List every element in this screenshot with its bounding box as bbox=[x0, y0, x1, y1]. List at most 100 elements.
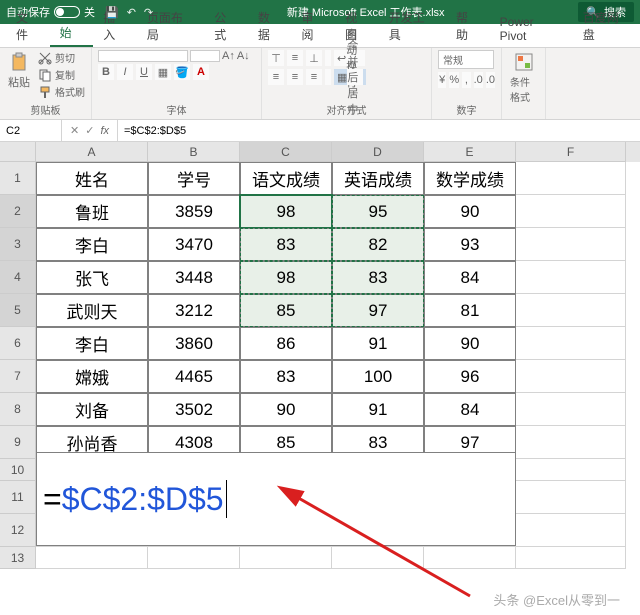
name-box[interactable]: C2 bbox=[0, 120, 62, 141]
cell[interactable]: 英语成绩 bbox=[332, 162, 424, 195]
cell[interactable] bbox=[516, 162, 626, 195]
cell[interactable] bbox=[516, 195, 626, 228]
cell[interactable]: 91 bbox=[332, 393, 424, 426]
font-size-select[interactable] bbox=[190, 50, 220, 62]
fx-icon[interactable]: fx bbox=[100, 125, 109, 137]
align-bottom-icon[interactable]: ⊥ bbox=[306, 50, 322, 66]
format-painter-button[interactable]: 格式刷 bbox=[38, 84, 85, 99]
cell[interactable] bbox=[516, 514, 626, 547]
cell[interactable]: 90 bbox=[424, 327, 516, 360]
row-header[interactable]: 2 bbox=[0, 195, 36, 228]
row-header[interactable]: 6 bbox=[0, 327, 36, 360]
cell[interactable]: 3212 bbox=[148, 294, 240, 327]
cell[interactable]: 李白 bbox=[36, 228, 148, 261]
cell[interactable]: 语文成绩 bbox=[240, 162, 332, 195]
cell[interactable]: 嫦娥 bbox=[36, 360, 148, 393]
cell[interactable] bbox=[516, 261, 626, 294]
tab-developer[interactable]: 开发工具 bbox=[379, 5, 446, 47]
cell[interactable]: 武则天 bbox=[36, 294, 148, 327]
copy-button[interactable]: 复制 bbox=[38, 67, 85, 82]
cell[interactable] bbox=[516, 360, 626, 393]
cell[interactable]: 100 bbox=[332, 360, 424, 393]
cell[interactable]: 86 bbox=[240, 327, 332, 360]
row-header[interactable]: 5 bbox=[0, 294, 36, 327]
col-header-a[interactable]: A bbox=[36, 142, 148, 162]
formula-input[interactable]: =$C$2:$D$5 bbox=[118, 120, 640, 141]
underline-button[interactable]: U bbox=[136, 64, 152, 80]
cell[interactable] bbox=[36, 547, 148, 569]
row-header[interactable]: 3 bbox=[0, 228, 36, 261]
font-family-select[interactable] bbox=[98, 50, 188, 62]
percent-icon[interactable]: % bbox=[449, 72, 459, 88]
redo-icon[interactable]: ↷ bbox=[144, 6, 153, 19]
cell[interactable]: 84 bbox=[424, 393, 516, 426]
align-top-icon[interactable]: ⊤ bbox=[268, 50, 284, 66]
save-icon[interactable]: 💾 bbox=[105, 6, 119, 19]
tab-formula[interactable]: 公式 bbox=[204, 5, 248, 47]
cell[interactable]: 3859 bbox=[148, 195, 240, 228]
cell[interactable]: 3860 bbox=[148, 327, 240, 360]
cell[interactable]: 93 bbox=[424, 228, 516, 261]
row-header[interactable]: 8 bbox=[0, 393, 36, 426]
tab-file[interactable]: 文件 bbox=[6, 5, 50, 47]
enter-formula-icon[interactable]: ✓ bbox=[85, 124, 94, 137]
select-all-corner[interactable] bbox=[0, 142, 36, 162]
cell[interactable]: 85 bbox=[240, 294, 332, 327]
cell[interactable] bbox=[516, 459, 626, 481]
cell[interactable]: 90 bbox=[240, 393, 332, 426]
cell[interactable]: 3448 bbox=[148, 261, 240, 294]
tab-data[interactable]: 数据 bbox=[248, 5, 292, 47]
cell[interactable]: 96 bbox=[424, 360, 516, 393]
cell[interactable]: 鲁班 bbox=[36, 195, 148, 228]
align-center-icon[interactable]: ≡ bbox=[287, 69, 303, 85]
cell[interactable]: 83 bbox=[332, 261, 424, 294]
cell[interactable] bbox=[516, 294, 626, 327]
row-header[interactable]: 1 bbox=[0, 162, 36, 195]
cell[interactable] bbox=[516, 228, 626, 261]
cell[interactable] bbox=[516, 393, 626, 426]
cell[interactable]: 4465 bbox=[148, 360, 240, 393]
cancel-formula-icon[interactable]: ✕ bbox=[70, 124, 79, 137]
row-header[interactable]: 10 bbox=[0, 459, 36, 481]
cell[interactable]: 李白 bbox=[36, 327, 148, 360]
cell[interactable]: 97 bbox=[332, 294, 424, 327]
cell[interactable]: 刘备 bbox=[36, 393, 148, 426]
tab-help[interactable]: 帮助 bbox=[446, 5, 490, 47]
cell[interactable]: 90 bbox=[424, 195, 516, 228]
conditional-format-button[interactable]: 条件格式 bbox=[508, 50, 539, 106]
col-header-c[interactable]: C bbox=[240, 142, 332, 162]
row-header[interactable]: 7 bbox=[0, 360, 36, 393]
col-header-b[interactable]: B bbox=[148, 142, 240, 162]
increase-decimal-icon[interactable]: .0 bbox=[474, 72, 483, 88]
cell[interactable]: 81 bbox=[424, 294, 516, 327]
font-color-button[interactable]: A bbox=[193, 64, 209, 80]
row-header[interactable]: 11 bbox=[0, 481, 36, 514]
cell[interactable]: 98 bbox=[240, 195, 332, 228]
cell[interactable] bbox=[516, 327, 626, 360]
bold-button[interactable]: B bbox=[98, 64, 114, 80]
row-header[interactable]: 9 bbox=[0, 426, 36, 459]
tab-baidu[interactable]: 百度网盘 bbox=[573, 5, 640, 47]
col-header-e[interactable]: E bbox=[424, 142, 516, 162]
tab-review[interactable]: 审阅 bbox=[291, 5, 335, 47]
fill-color-button[interactable]: 🪣 bbox=[174, 64, 190, 80]
cell[interactable] bbox=[516, 481, 626, 514]
italic-button[interactable]: I bbox=[117, 64, 133, 80]
cell[interactable]: 98 bbox=[240, 261, 332, 294]
decrease-font-icon[interactable]: A↓ bbox=[237, 50, 250, 62]
decrease-decimal-icon[interactable]: .0 bbox=[486, 72, 495, 88]
cell[interactable]: 3502 bbox=[148, 393, 240, 426]
cell[interactable]: 3470 bbox=[148, 228, 240, 261]
align-right-icon[interactable]: ≡ bbox=[306, 69, 322, 85]
cell[interactable]: 91 bbox=[332, 327, 424, 360]
align-left-icon[interactable]: ≡ bbox=[268, 69, 284, 85]
cell[interactable] bbox=[148, 547, 240, 569]
border-button[interactable]: ▦ bbox=[155, 64, 171, 80]
undo-icon[interactable]: ↶ bbox=[127, 6, 136, 19]
cell[interactable]: 数学成绩 bbox=[424, 162, 516, 195]
cell[interactable] bbox=[516, 426, 626, 459]
paste-button[interactable]: 粘贴 bbox=[6, 50, 32, 92]
cell[interactable]: 学号 bbox=[148, 162, 240, 195]
col-header-f[interactable]: F bbox=[516, 142, 626, 162]
cell[interactable]: 姓名 bbox=[36, 162, 148, 195]
